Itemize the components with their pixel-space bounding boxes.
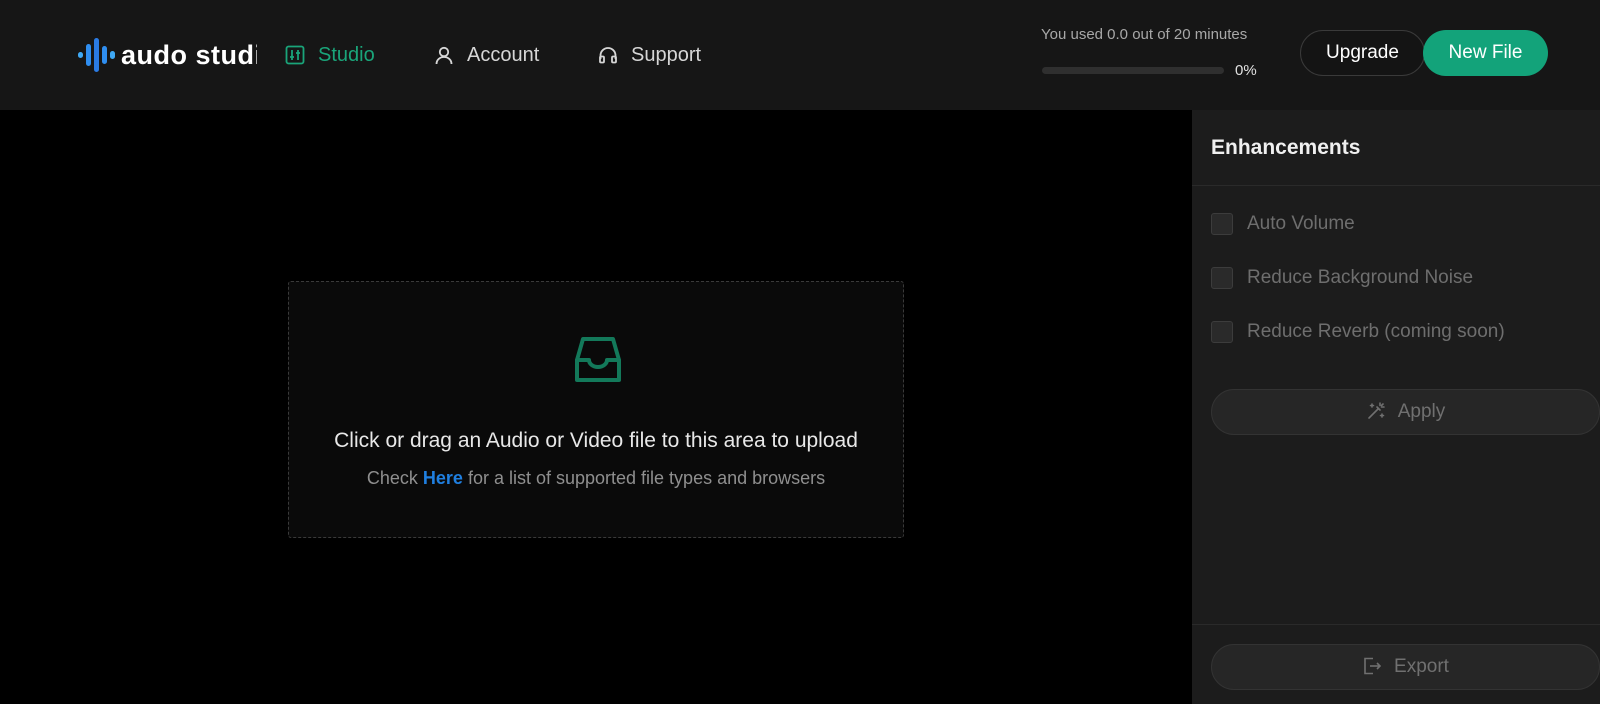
usage-text: You used 0.0 out of 20 minutes [1041, 26, 1248, 43]
nav-account-label: Account [467, 43, 540, 66]
logo[interactable]: audo studio [77, 38, 257, 72]
user-icon [433, 44, 455, 66]
apply-button[interactable]: Apply [1211, 389, 1600, 435]
supported-types-link[interactable]: Here [423, 468, 463, 488]
apply-label: Apply [1397, 401, 1446, 422]
auto-volume-label: Auto Volume [1247, 213, 1355, 234]
enhancements-title: Enhancements [1211, 136, 1361, 159]
reduce-background-noise-checkbox[interactable] [1211, 267, 1233, 289]
option-auto-volume[interactable]: Auto Volume [1211, 211, 1355, 237]
brand-name: audo studio [121, 39, 257, 70]
usage-progress-bar [1042, 67, 1224, 74]
upgrade-button[interactable]: Upgrade [1300, 30, 1425, 76]
magic-wand-icon [1366, 401, 1388, 423]
new-file-button[interactable]: New File [1423, 30, 1548, 76]
option-reduce-reverb[interactable]: Reduce Reverb (coming soon) [1211, 319, 1505, 345]
upload-title: Click or drag an Audio or Video file to … [334, 429, 858, 452]
enhancements-header: Enhancements [1192, 110, 1600, 186]
nav-account[interactable]: Account [433, 40, 539, 70]
nav-support[interactable]: Support [597, 40, 701, 70]
reduce-reverb-checkbox[interactable] [1211, 321, 1233, 343]
enhancements-panel: Enhancements Auto Volume Reduce Backgrou… [1192, 110, 1600, 704]
nav-support-label: Support [631, 43, 702, 66]
inbox-icon [571, 332, 625, 386]
headphones-icon [597, 44, 619, 66]
auto-volume-checkbox[interactable] [1211, 213, 1233, 235]
reduce-background-noise-label: Reduce Background Noise [1247, 267, 1474, 288]
export-icon [1362, 656, 1384, 678]
main-workspace: Click or drag an Audio or Video file to … [0, 110, 1192, 704]
nav-studio-label: Studio [318, 43, 375, 66]
upload-sub-prefix: Check [366, 468, 418, 488]
upload-dropzone[interactable]: Click or drag an Audio or Video file to … [288, 281, 904, 538]
option-reduce-background-noise[interactable]: Reduce Background Noise [1211, 265, 1473, 291]
nav-studio[interactable]: Studio [284, 40, 375, 70]
upload-sub-suffix: for a list of supported file types and b… [467, 468, 826, 488]
export-label: Export [1394, 656, 1449, 677]
reduce-reverb-label: Reduce Reverb (coming soon) [1247, 321, 1505, 342]
top-bar: audo studio Studio Account [0, 0, 1600, 110]
export-button[interactable]: Export [1211, 644, 1600, 690]
usage-percent: 0% [1235, 62, 1257, 79]
upload-subtitle: Check Here for a list of supported file … [289, 468, 903, 489]
sliders-icon [284, 44, 306, 66]
audo-logo-icon [78, 38, 115, 72]
